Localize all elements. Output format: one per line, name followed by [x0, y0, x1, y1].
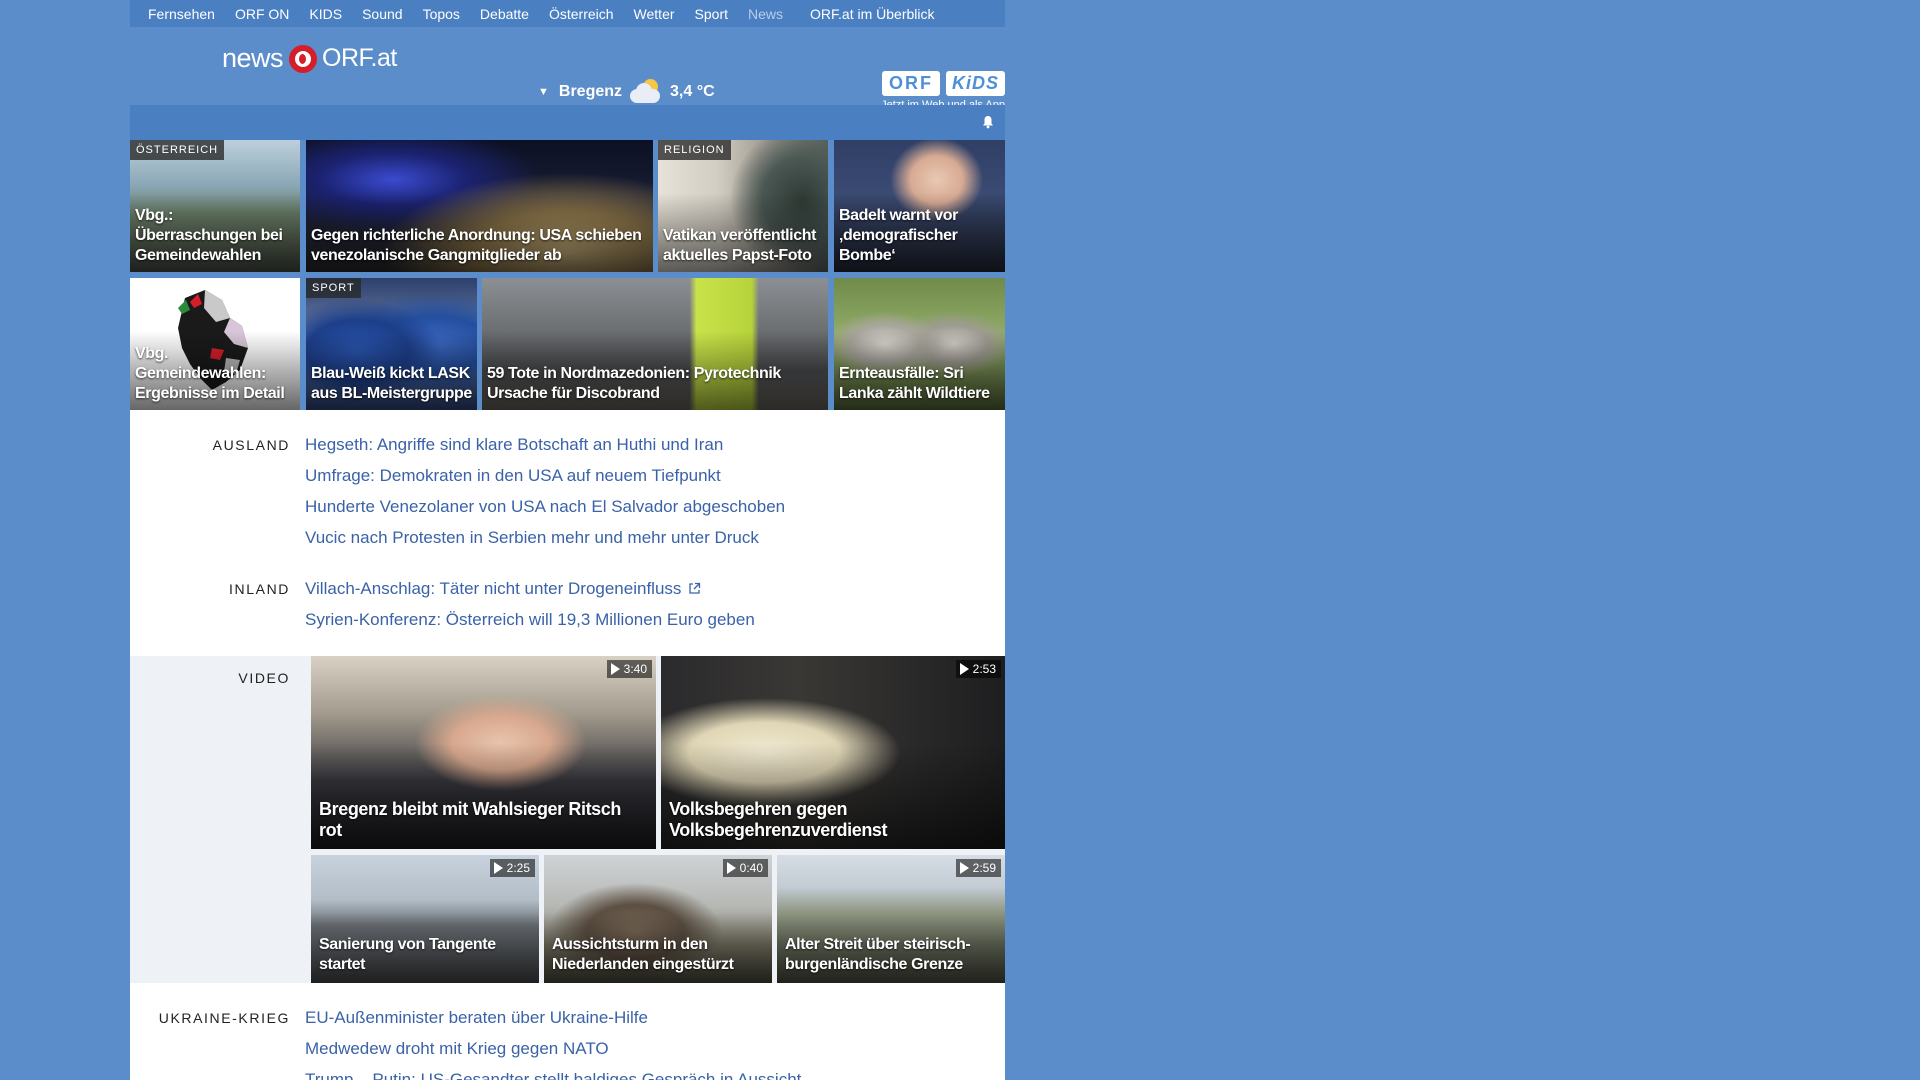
teaser-vbg-wahlen[interactable]: ÖSTERREICH Vbg.: Überraschungen bei Geme… [130, 140, 300, 272]
orf-eye-icon [289, 44, 318, 73]
nav-sound[interactable]: Sound [362, 6, 402, 22]
nav-debatte[interactable]: Debatte [480, 6, 529, 22]
teaser-title: Gegen richterliche Anordnung: USA schieb… [311, 227, 642, 264]
teaser-title: 59 Tote in Nordmazedonien: Pyrotechnik U… [487, 365, 781, 402]
teaser-category: ÖSTERREICH [130, 140, 225, 160]
news-orf-logo[interactable]: news ORF.at [222, 43, 397, 74]
ukraine-link-list: EU-Außenminister beraten über Ukraine-Hi… [305, 1002, 801, 1080]
weather-temperature: 3,4 °C [670, 83, 715, 100]
nav-kids[interactable]: KIDS [309, 6, 342, 22]
top-navigation: Fernsehen ORF ON KIDS Sound Topos Debatt… [130, 0, 1005, 27]
teaser-blau-weiss[interactable]: SPORT Blau-Weiß kickt LASK aus BL-Meiste… [306, 278, 477, 410]
inland-link-list: Villach-Anschlag: Täter nicht unter Drog… [305, 573, 755, 635]
site-header: news ORF.at ▼ Bregenz 3,4 °C ORF KiDS Je… [130, 27, 1005, 111]
play-icon [610, 663, 620, 675]
section-ausland: AUSLAND Hegseth: Angriffe sind klare Bot… [130, 429, 1005, 559]
ukraine-link[interactable]: Medwedew droht mit Krieg gegen NATO [305, 1033, 801, 1064]
section-video: VIDEO 3:40 Bregenz bleibt mit Wahlsieger… [130, 656, 1005, 983]
nav-topos[interactable]: Topos [423, 6, 460, 22]
logo-orfat-text: ORF.at [322, 44, 397, 72]
play-icon [959, 663, 969, 675]
nav-sport[interactable]: Sport [695, 6, 728, 22]
teaser-vbg-ergebnisse[interactable]: Vbg. Gemeindewahlen: Ergebnisse im Detai… [130, 278, 300, 410]
orf-kids-logo: ORF KiDS [870, 71, 1005, 96]
teaser-title: Vatikan veröffentlicht aktuelles Papst-F… [663, 227, 817, 264]
video-title: Alter Streit über steirisch-burgenländis… [785, 936, 971, 973]
nav-wetter[interactable]: Wetter [634, 6, 675, 22]
nav-overview[interactable]: ORF.at im Überblick [810, 6, 934, 22]
video-teaser[interactable]: 2:59 Alter Streit über steirisch-burgenl… [777, 855, 1005, 983]
video-duration: 2:59 [955, 859, 1001, 877]
section-label-ausland[interactable]: AUSLAND [213, 437, 290, 453]
caret-down-icon: ▼ [538, 86, 549, 98]
play-icon [726, 862, 736, 874]
nav-oesterreich[interactable]: Österreich [549, 6, 614, 22]
video-duration: 0:40 [722, 859, 768, 877]
ausland-link[interactable]: Vucic nach Protesten in Serbien mehr und… [305, 522, 785, 553]
section-inland: INLAND Villach-Anschlag: Täter nicht unt… [130, 573, 1005, 643]
video-title: Aussichtsturm in den Niederlanden einges… [552, 936, 734, 973]
video-teaser[interactable]: 0:40 Aussichtsturm in den Niederlanden e… [544, 855, 772, 983]
video-title: Sanierung von Tangente startet [319, 936, 496, 973]
play-icon [959, 862, 969, 874]
inland-link[interactable]: Villach-Anschlag: Täter nicht unter Drog… [305, 573, 755, 604]
ausland-link-list: Hegseth: Angriffe sind klare Botschaft a… [305, 429, 785, 553]
logo-news-text: news [222, 43, 284, 73]
video-duration: 2:53 [955, 660, 1001, 678]
ukraine-link[interactable]: Trump – Putin: US-Gesandter stellt baldi… [305, 1064, 801, 1080]
main-content: AUSLAND Hegseth: Angriffe sind klare Bot… [130, 410, 1005, 1080]
video-title: Bregenz bleibt mit Wahlsieger Ritsch rot [319, 799, 621, 840]
notification-bar [130, 105, 1005, 140]
ausland-link[interactable]: Hunderte Venezolaner von USA nach El Sal… [305, 491, 785, 522]
video-teaser[interactable]: 2:53 Volksbegehren gegen Volksbegehrenzu… [661, 656, 1005, 849]
teaser-title: Vbg.: Überraschungen bei Gemeindewahlen [135, 207, 283, 264]
ausland-link[interactable]: Umfrage: Demokraten in den USA auf neuem… [305, 460, 785, 491]
teaser-title: Vbg. Gemeindewahlen: Ergebnisse im Detai… [135, 345, 285, 402]
nav-fernsehen[interactable]: Fernsehen [148, 6, 215, 22]
ukraine-link[interactable]: EU-Außenminister beraten über Ukraine-Hi… [305, 1002, 801, 1033]
teaser-badelt[interactable]: Badelt warnt vor ‚demografischer Bombe‘ [834, 140, 1005, 272]
teaser-category: RELIGION [658, 140, 731, 160]
teaser-usa-venezuela[interactable]: Gegen richterliche Anordnung: USA schieb… [306, 140, 653, 272]
play-icon [493, 862, 503, 874]
teaser-nordmazedonien[interactable]: 59 Tote in Nordmazedonien: Pyrotechnik U… [482, 278, 828, 410]
teaser-title: Badelt warnt vor ‚demografischer Bombe‘ [839, 207, 958, 264]
teaser-papst-foto[interactable]: RELIGION Vatikan veröffentlicht aktuelle… [658, 140, 828, 272]
video-title: Volksbegehren gegen Volksbegehrenzuverdi… [669, 799, 888, 840]
video-teaser[interactable]: 2:25 Sanierung von Tangente startet [311, 855, 539, 983]
ausland-link[interactable]: Hegseth: Angriffe sind klare Botschaft a… [305, 429, 785, 460]
nav-orf-on[interactable]: ORF ON [235, 6, 289, 22]
teaser-title: Blau-Weiß kickt LASK aus BL-Meistergrupp… [311, 365, 472, 402]
video-duration: 3:40 [606, 660, 652, 678]
nav-news[interactable]: News [748, 6, 783, 22]
section-label-video[interactable]: VIDEO [238, 670, 290, 686]
teaser-sri-lanka[interactable]: Ernteausfälle: Sri Lanka zählt Wildtiere [834, 278, 1005, 410]
section-label-inland[interactable]: INLAND [229, 581, 290, 597]
teaser-title: Ernteausfälle: Sri Lanka zählt Wildtiere [839, 365, 990, 402]
bell-icon[interactable] [981, 115, 995, 129]
page: Fernsehen ORF ON KIDS Sound Topos Debatt… [130, 0, 1005, 1080]
section-ukraine: UKRAINE-KRIEG EU-Außenminister beraten ü… [130, 1002, 1005, 1080]
video-duration: 2:25 [489, 859, 535, 877]
external-link-icon [689, 582, 701, 594]
cloud-sun-icon [630, 79, 664, 105]
inland-link[interactable]: Syrien-Konferenz: Österreich will 19,3 M… [305, 604, 755, 635]
video-teaser[interactable]: 3:40 Bregenz bleibt mit Wahlsieger Ritsc… [311, 656, 656, 849]
weather-widget[interactable]: ▼ Bregenz 3,4 °C [538, 79, 715, 105]
section-label-ukraine[interactable]: UKRAINE-KRIEG [159, 1010, 290, 1026]
weather-city: Bregenz [558, 83, 623, 100]
teaser-category: SPORT [306, 278, 361, 298]
